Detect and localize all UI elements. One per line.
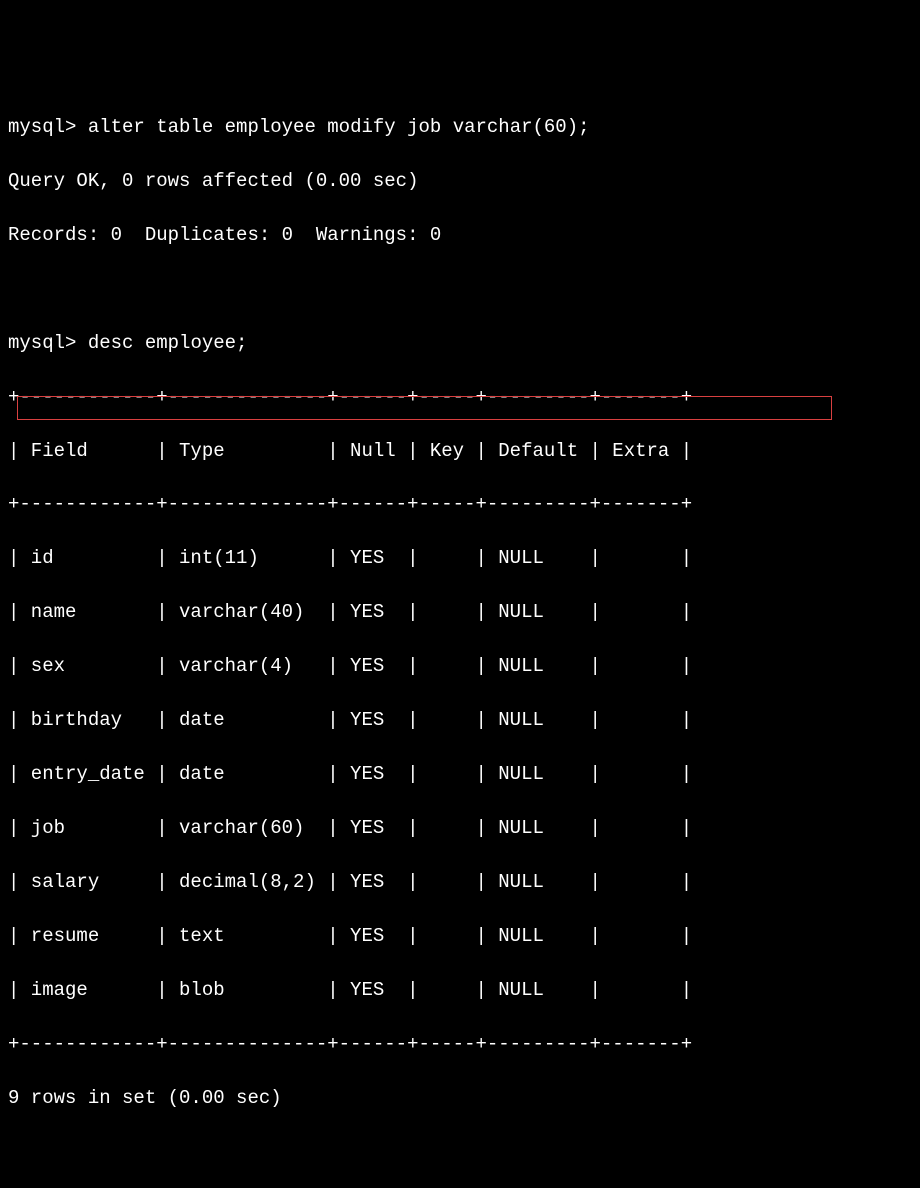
table-header: | Field | Type | Null | Key | Default | … xyxy=(8,438,912,465)
table-row: | id | int(11) | YES | | NULL | | xyxy=(8,545,912,572)
query-result-2: Records: 0 Duplicates: 0 Warnings: 0 xyxy=(8,222,912,249)
blank-line xyxy=(8,276,912,303)
table-row: | birthday | date | YES | | NULL | | xyxy=(8,707,912,734)
sql-command-1: alter table employee modify job varchar(… xyxy=(88,116,590,138)
table-border-header: +------------+--------------+------+----… xyxy=(8,491,912,518)
table-row: | sex | varchar(4) | YES | | NULL | | xyxy=(8,653,912,680)
table-border-top: +------------+--------------+------+----… xyxy=(8,384,912,411)
table-border-bottom: +------------+--------------+------+----… xyxy=(8,1031,912,1058)
table-row: | entry_date | date | YES | | NULL | | xyxy=(8,761,912,788)
table-row: | name | varchar(40) | YES | | NULL | | xyxy=(8,599,912,626)
table-row: | resume | text | YES | | NULL | | xyxy=(8,923,912,950)
sql-command-2: desc employee; xyxy=(88,332,248,354)
mysql-prompt: mysql> xyxy=(8,332,76,354)
mysql-prompt: mysql> xyxy=(8,116,76,138)
prompt-line-1: mysql> alter table employee modify job v… xyxy=(8,114,912,141)
table-row: | image | blob | YES | | NULL | | xyxy=(8,977,912,1004)
result-footer: 9 rows in set (0.00 sec) xyxy=(8,1085,912,1112)
table-row-highlighted: | job | varchar(60) | YES | | NULL | | xyxy=(8,815,912,842)
prompt-line-2: mysql> desc employee; xyxy=(8,330,912,357)
table-row: | salary | decimal(8,2) | YES | | NULL |… xyxy=(8,869,912,896)
query-result-1: Query OK, 0 rows affected (0.00 sec) xyxy=(8,168,912,195)
